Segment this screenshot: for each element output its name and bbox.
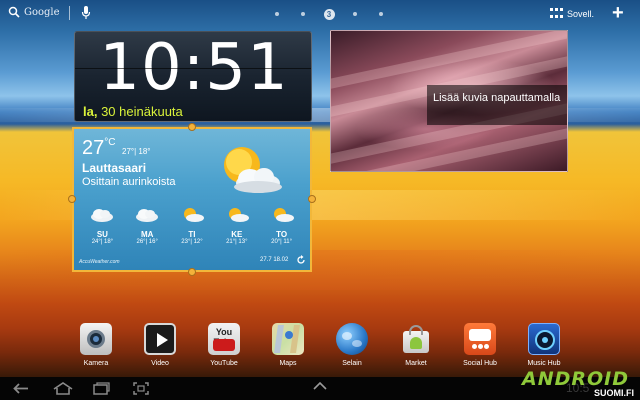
android-suomi-watermark: ANDROID SUOMI.FI [520, 368, 640, 400]
flip-divider [75, 68, 311, 69]
dock-app-maps[interactable]: Maps [262, 323, 314, 367]
dock-app-market[interactable]: Market [390, 323, 442, 367]
weather-condition: Osittain aurinkoista [82, 176, 176, 188]
back-icon[interactable] [12, 381, 30, 396]
browser-icon [336, 323, 368, 355]
weather-widget[interactable]: 27°C 27°| 18° Lauttasaari Osittain aurin… [72, 127, 312, 272]
social-hub-icon [464, 323, 496, 355]
watermark-suomi: SUOMI.FI [594, 388, 634, 398]
forecast-day: SU 24°| 18° [84, 207, 120, 245]
dock-app-social-hub[interactable]: Social Hub [454, 323, 506, 367]
mini-apps-chevron-up-icon[interactable] [312, 381, 328, 391]
partly-sunny-icon [183, 208, 204, 222]
forecast-row: SU 24°| 18° MA 26°| 16° TI 23°| 12° KE 2… [74, 207, 310, 245]
temperature-range: 27°| 18° [122, 147, 151, 156]
partly-sunny-icon [228, 208, 249, 222]
refresh-icon[interactable] [296, 255, 306, 265]
add-widget-button[interactable]: + [612, 3, 624, 23]
page-dot[interactable] [368, 8, 394, 20]
search-divider [69, 6, 70, 20]
dock-app-kamera[interactable]: Kamera [70, 323, 122, 367]
dock-app-selain[interactable]: Selain [326, 323, 378, 367]
apps-button[interactable]: Sovell. [550, 8, 594, 19]
camera-icon [80, 323, 112, 355]
top-bar: Google 3 Sovell. + [0, 0, 640, 28]
weather-location: Lauttasaari [82, 161, 147, 175]
forecast-day: TI 23°| 12° [174, 207, 210, 245]
page-dot-active[interactable]: 3 [316, 8, 342, 20]
partly-sunny-icon [224, 147, 282, 193]
dock-app-youtube[interactable]: You Tube YouTube [198, 323, 250, 367]
video-icon [144, 323, 176, 355]
page-dot[interactable] [290, 8, 316, 20]
search-icon [8, 6, 20, 18]
apps-label: Sovell. [567, 8, 595, 19]
current-temperature: 27°C [82, 137, 116, 159]
app-dock: Kamera Video You Tube YouTube Maps Selai… [72, 323, 572, 371]
home-icon[interactable] [52, 381, 74, 396]
dock-app-video[interactable]: Video [134, 323, 186, 367]
apps-grid-icon [550, 8, 563, 19]
google-label: Google [24, 6, 60, 18]
watermark-android: ANDROID [522, 368, 630, 390]
resize-handle-top[interactable] [188, 123, 196, 131]
maps-icon [272, 323, 304, 355]
recent-apps-icon[interactable] [92, 381, 110, 396]
photo-frame-widget[interactable]: Lisää kuvia napauttamalla [330, 30, 568, 172]
forecast-day: TO 20°| 11° [264, 207, 300, 245]
resize-handle-left[interactable] [68, 195, 76, 203]
weather-panel: 27°C 27°| 18° Lauttasaari Osittain aurin… [74, 129, 310, 270]
accuweather-brand: AccuWeather.com [79, 259, 120, 265]
forecast-day: MA 26°| 16° [129, 207, 165, 245]
weather-updated-time: 27.7 18.02 [260, 257, 289, 263]
page-dot[interactable] [264, 8, 290, 20]
youtube-icon: You Tube [208, 323, 240, 355]
forecast-day: KE 21°| 13° [219, 207, 255, 245]
clock-widget[interactable]: 10:51 la, 30 heinäkuuta [74, 31, 312, 122]
resize-handle-right[interactable] [308, 195, 316, 203]
partly-sunny-icon [273, 208, 294, 222]
google-search-button[interactable]: Google [8, 6, 60, 18]
screenshot-icon[interactable] [132, 381, 150, 396]
market-icon [400, 323, 432, 355]
music-hub-icon [528, 323, 560, 355]
home-page-indicator: 3 [264, 8, 394, 20]
resize-handle-bottom[interactable] [188, 268, 196, 276]
microphone-icon[interactable] [80, 5, 92, 21]
photo-caption: Lisää kuvia napauttamalla [427, 85, 567, 125]
cloud-icon [136, 209, 159, 222]
cloud-icon [91, 209, 114, 222]
dock-app-music-hub[interactable]: Music Hub [518, 323, 570, 367]
page-dot[interactable] [342, 8, 368, 20]
clock-date: la, 30 heinäkuuta [83, 104, 183, 119]
